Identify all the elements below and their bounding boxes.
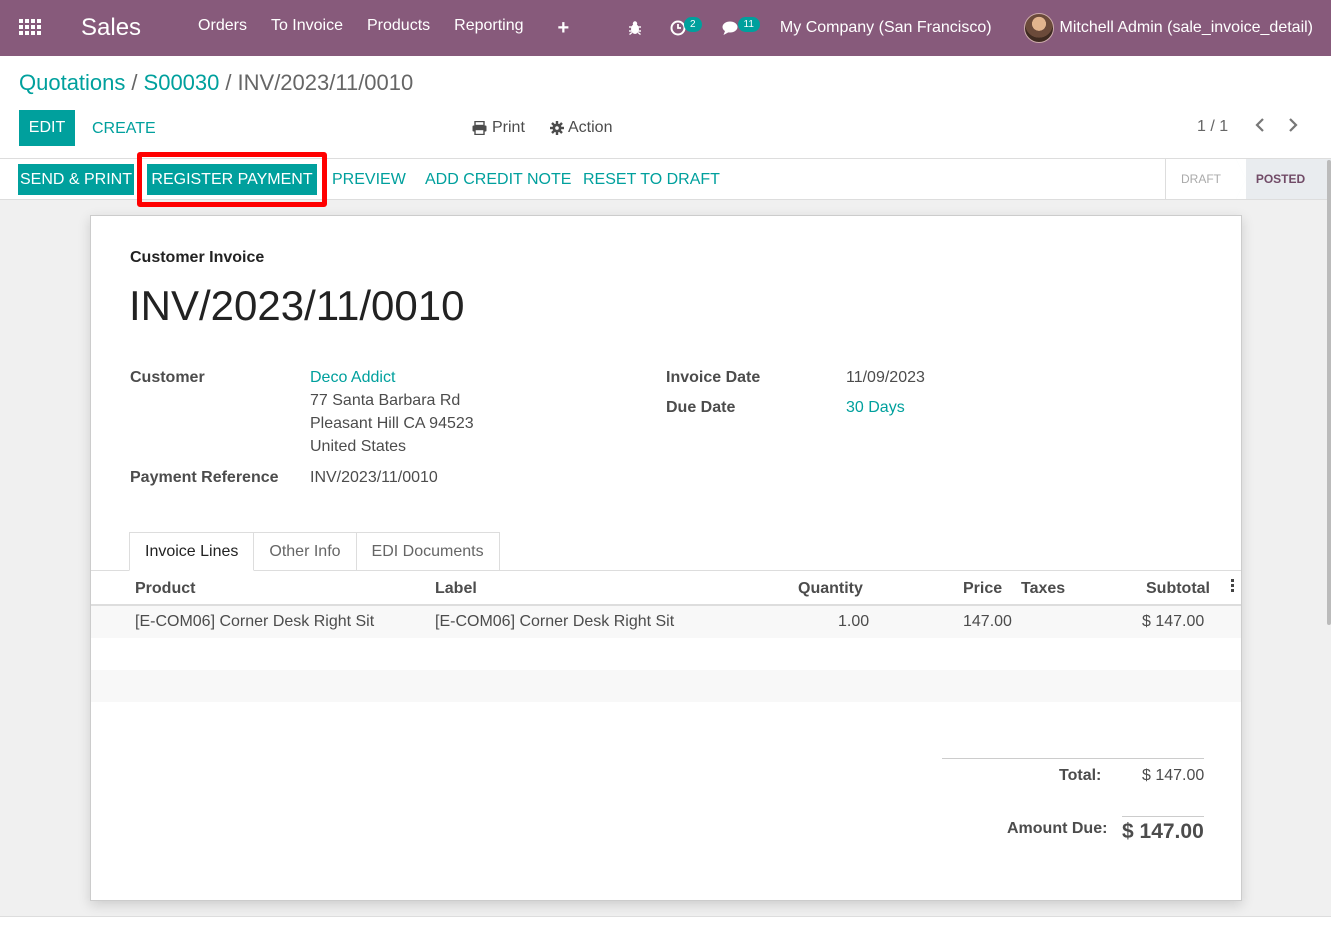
activity-menu[interactable]: 2 bbox=[670, 16, 704, 36]
plus-icon[interactable]: + bbox=[558, 17, 570, 40]
message-badge: 11 bbox=[737, 16, 760, 32]
pager-next-icon[interactable] bbox=[1288, 116, 1298, 137]
payment-reference-value: INV/2023/11/0010 bbox=[310, 469, 438, 486]
amount-due-value: $ 147.00 bbox=[1122, 820, 1204, 843]
control-panel: Quotations / S00030/INV/2023/11/0010 EDIT … bbox=[0, 56, 1331, 159]
create-button[interactable]: CREATE bbox=[92, 120, 156, 138]
tab-invoice-lines[interactable]: Invoice Lines bbox=[129, 532, 255, 571]
col-quantity[interactable]: Quantity bbox=[798, 580, 863, 598]
customer-field: Deco Addict 77 Santa Barbara Rd Pleasant… bbox=[310, 366, 474, 458]
notebook-tabs: Invoice Lines Other Info EDI Documents bbox=[129, 532, 500, 571]
stage-draft[interactable]: DRAFT bbox=[1166, 159, 1236, 199]
messaging-menu[interactable]: 11 bbox=[722, 16, 762, 36]
lines-table-header: Product Label Quantity Price Taxes Subto… bbox=[91, 571, 1241, 606]
invoice-sheet: Customer Invoice INV/2023/11/0010 Custom… bbox=[90, 215, 1242, 901]
due-date-value[interactable]: 30 Days bbox=[846, 396, 905, 419]
cell-quantity: 1.00 bbox=[838, 613, 870, 630]
chat-icon bbox=[722, 21, 738, 35]
preview-button[interactable]: PREVIEW bbox=[332, 171, 406, 189]
send-print-button[interactable]: SEND & PRINT bbox=[18, 164, 134, 195]
main-menu: Orders To Invoice Products Reporting + bbox=[198, 17, 569, 40]
cell-subtotal: $ 147.00 bbox=[1142, 613, 1205, 630]
cell-product: [E-COM06] Corner Desk Right Sit bbox=[135, 613, 375, 630]
action-dropdown[interactable]: Action bbox=[550, 119, 612, 137]
col-label[interactable]: Label bbox=[435, 580, 477, 598]
tab-edi-documents[interactable]: EDI Documents bbox=[355, 532, 500, 571]
customer-address-line-1: 77 Santa Barbara Rd bbox=[310, 392, 461, 409]
pager-previous-icon[interactable] bbox=[1255, 116, 1265, 137]
payment-reference-label: Payment Reference bbox=[130, 469, 279, 486]
invoice-date-value: 11/09/2023 bbox=[846, 369, 925, 386]
col-price[interactable]: Price bbox=[963, 580, 1002, 598]
document-type: Customer Invoice bbox=[130, 249, 265, 266]
form-statusbar: SEND & PRINT REGISTER PAYMENT PREVIEW AD… bbox=[0, 152, 1331, 207]
cell-label: [E-COM06] Corner Desk Right Sit bbox=[435, 613, 675, 630]
page-scrollbar[interactable] bbox=[1327, 160, 1331, 625]
col-taxes[interactable]: Taxes bbox=[1021, 580, 1065, 598]
totals-divider bbox=[942, 758, 1204, 759]
stage-posted-label: POSTED bbox=[1255, 172, 1306, 186]
invoice-number: INV/2023/11/0010 bbox=[129, 282, 465, 329]
breadcrumb-quotations[interactable]: Quotations bbox=[19, 70, 125, 95]
stage-posted[interactable]: POSTED bbox=[1236, 159, 1331, 199]
empty-row bbox=[91, 670, 1241, 702]
apps-menu-icon[interactable] bbox=[19, 19, 41, 37]
amount-due-divider bbox=[1122, 816, 1204, 817]
print-icon bbox=[472, 121, 487, 135]
breadcrumb: Quotations / S00030/INV/2023/11/0010 bbox=[19, 70, 414, 95]
cell-price: 147.00 bbox=[963, 613, 1012, 630]
menu-orders[interactable]: Orders bbox=[198, 17, 247, 40]
user-avatar[interactable] bbox=[1023, 13, 1054, 43]
top-navbar: Sales Orders To Invoice Products Reporti… bbox=[0, 0, 1331, 56]
action-label: Action bbox=[568, 119, 613, 136]
debug-bug-icon[interactable] bbox=[628, 20, 642, 36]
app-name[interactable]: Sales bbox=[81, 14, 141, 42]
customer-address-line-2: Pleasant Hill CA 94523 bbox=[310, 415, 474, 432]
edit-button[interactable]: EDIT bbox=[19, 110, 75, 146]
chatter-area bbox=[0, 917, 1331, 925]
customer-address-line-3: United States bbox=[310, 438, 407, 455]
systray: 2 11 My Company (San Francisco) Mitchell… bbox=[628, 0, 1331, 56]
breadcrumb-order[interactable]: S00030 bbox=[144, 70, 220, 95]
reset-to-draft-button[interactable]: RESET TO DRAFT bbox=[583, 171, 720, 189]
col-product[interactable]: Product bbox=[135, 580, 195, 598]
invoice-date-label: Invoice Date bbox=[666, 369, 761, 386]
gear-icon bbox=[550, 121, 564, 135]
print-label: Print bbox=[492, 119, 525, 136]
amount-due-label: Amount Due: bbox=[1007, 820, 1108, 837]
menu-reporting[interactable]: Reporting bbox=[454, 17, 523, 40]
company-switcher[interactable]: My Company (San Francisco) bbox=[780, 19, 992, 37]
customer-label: Customer bbox=[130, 369, 205, 386]
pager-value[interactable]: 1 / 1 bbox=[1197, 118, 1228, 136]
breadcrumb-current: INV/2023/11/0010 bbox=[237, 70, 414, 95]
print-dropdown[interactable]: Print bbox=[472, 119, 525, 137]
due-date-label: Due Date bbox=[666, 399, 736, 416]
total-value: $ 147.00 bbox=[1142, 767, 1205, 784]
activity-badge: 2 bbox=[683, 16, 702, 32]
optional-columns-icon[interactable] bbox=[1231, 579, 1235, 592]
menu-to-invoice[interactable]: To Invoice bbox=[271, 17, 343, 40]
register-payment-button[interactable]: REGISTER PAYMENT bbox=[147, 164, 317, 195]
col-subtotal[interactable]: Subtotal bbox=[1146, 580, 1210, 598]
total-label: Total: bbox=[1059, 767, 1102, 784]
menu-products[interactable]: Products bbox=[367, 17, 430, 40]
customer-link[interactable]: Deco Addict bbox=[310, 366, 474, 389]
user-menu[interactable]: Mitchell Admin (sale_invoice_detail) bbox=[1060, 19, 1313, 37]
add-credit-note-button[interactable]: ADD CREDIT NOTE bbox=[425, 171, 571, 189]
status-stages: DRAFT POSTED bbox=[1165, 159, 1331, 199]
table-row[interactable]: [E-COM06] Corner Desk Right Sit [E-COM06… bbox=[91, 606, 1241, 638]
tab-other-info[interactable]: Other Info bbox=[253, 532, 357, 571]
empty-row bbox=[91, 638, 1241, 670]
